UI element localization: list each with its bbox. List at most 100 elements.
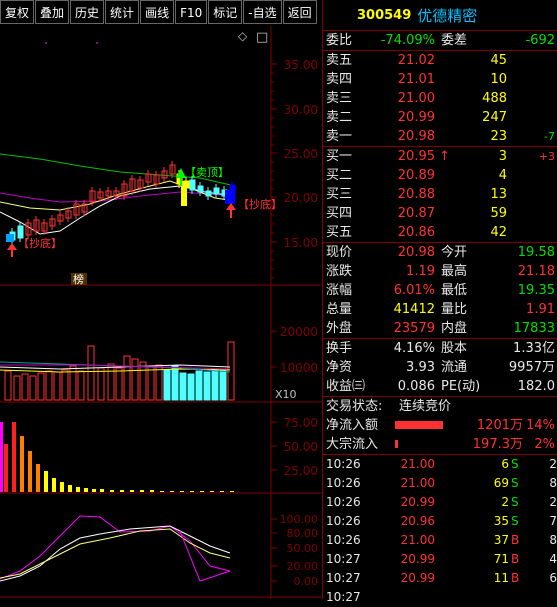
tick-volume: 71: [493, 552, 509, 566]
flow-bar: [4, 444, 8, 492]
flow-bar: [60, 482, 64, 492]
tick-volume: 37: [493, 533, 509, 547]
tick-list[interactable]: 10:26 21.00 6 S 2 10:26 21.00 69 S 8 10:26 20.99 2 S 2…: [323, 455, 557, 607]
toolbar-button-4[interactable]: 画线: [140, 0, 175, 24]
weicha-label: 委差: [441, 33, 468, 48]
fundamental-value-2: 9957万: [508, 360, 555, 375]
stock-name[interactable]: 优德精密: [417, 5, 477, 26]
quote-label: 涨跌: [326, 264, 353, 279]
chart-area[interactable]: 35.00 30.00 25.00 20.00 15.00 20000 10000 X10 75…: [0, 26, 322, 599]
toolbar-button-7[interactable]: -自选: [243, 0, 282, 24]
fundamental-value: 4.16%: [393, 341, 435, 356]
chart-toolbar: 复权 叠加 历史 统计 画线 F10 标记 -自选 返回: [0, 0, 322, 26]
weibi-label: 委比: [326, 33, 353, 48]
flow-value: 197.3万: [472, 437, 523, 452]
buy-level-volume: 59: [490, 206, 507, 221]
tick-count: 4: [549, 552, 557, 566]
sell-level-row: 卖四 21.01 10: [323, 70, 557, 89]
tick-volume: 2: [501, 495, 509, 509]
flow-bar: [68, 485, 72, 492]
flow-bar: [220, 491, 224, 492]
weicha-value: -692: [525, 33, 555, 48]
volume-bar: [53, 371, 61, 401]
buy-signal-arrow: [226, 203, 236, 210]
flow-bar: [100, 489, 104, 492]
volume-bar: [219, 369, 227, 401]
toolbar-button-3[interactable]: 统计: [105, 0, 140, 24]
flow-bar: [190, 491, 194, 492]
flow-bar: [160, 491, 164, 492]
flow-axis-label: 75.00: [284, 416, 318, 430]
tick-count: 6: [549, 571, 557, 585]
tick-time: 10:26: [326, 533, 361, 547]
flow-percent: 2%: [534, 437, 555, 452]
tick-side: S: [511, 514, 519, 528]
tick-time: 10:26: [326, 495, 361, 509]
fundamental-row: 净资 3.93 流通 9957万: [323, 358, 557, 377]
flow-axis-label: 25.00: [284, 464, 318, 478]
toolbar-button-2[interactable]: 历史: [70, 0, 105, 24]
toolbar-button-1[interactable]: 叠加: [35, 0, 70, 24]
fundamental-value-2: 182.0: [517, 379, 555, 394]
buy-signal-label: 【抄底】: [238, 197, 282, 211]
tick-time: 10:26: [326, 514, 361, 528]
toolbar-button-8[interactable]: 返回: [282, 0, 317, 24]
tick-time: 10:27: [326, 552, 361, 566]
dot: [96, 42, 98, 44]
sell-level-price: 20.98: [397, 129, 435, 144]
kline-chart-svg[interactable]: 35.00 30.00 25.00 20.00 15.00 20000 10000 X10 75…: [0, 26, 322, 599]
flow-row: 净流入额 1201万 14%: [323, 416, 557, 435]
quote-value: 6.01%: [393, 283, 435, 298]
kdj-axis-label: 20.00: [287, 560, 319, 573]
trade-status-value: 连续竞价: [399, 399, 452, 414]
buy-level-row: 买二 20.89 4: [323, 166, 557, 185]
fundamental-label: 净资: [326, 360, 353, 375]
sell-level-row: 卖三 21.00 488: [323, 89, 557, 108]
trade-status-row: 交易状态: 连续竞价: [323, 397, 557, 416]
volume-bar: [45, 370, 53, 401]
tick-count: 7: [549, 514, 557, 528]
quote-row: 涨幅 6.01% 最低 19.35: [323, 281, 557, 300]
fundamental-label-2: PE(动): [441, 379, 481, 394]
fundamental-value-2: 1.33亿: [513, 341, 555, 356]
volume-bar: [69, 365, 77, 401]
buy-level-change: +3: [538, 150, 555, 163]
candle-body: [189, 179, 196, 191]
candle-body: [197, 185, 204, 193]
tick-count: 2: [549, 495, 557, 509]
flow-bar: [84, 488, 88, 492]
buy-level-price: 20.86: [397, 225, 435, 240]
diamond-icon: ◇: [238, 29, 248, 43]
sell-level-label: 卖二: [326, 110, 353, 125]
sell-level-label: 卖一: [326, 129, 353, 144]
quote-label-2: 最高: [441, 264, 468, 279]
fundamental-row: 收益㈢ 0.086 PE(动) 182.0: [323, 377, 557, 396]
tick-volume: 6: [501, 457, 509, 471]
tick-count: 8: [549, 533, 557, 547]
quote-value-2: 1.91: [526, 302, 555, 317]
tick-price: 21.00: [400, 457, 435, 471]
tick-volume: 35: [493, 514, 509, 528]
flow-bar: [210, 491, 214, 492]
toolbar-button-6[interactable]: 标记: [208, 0, 243, 24]
buy-level-row: 买三 20.88 13: [323, 185, 557, 204]
tick-price: 20.99: [400, 495, 435, 509]
tick-row: 10:26 21.00 37 B 8: [323, 531, 557, 550]
flow-bar: [180, 491, 184, 492]
buy-level-label: 买四: [326, 206, 353, 221]
quote-label: 现价: [326, 245, 353, 260]
tick-volume: 69: [493, 476, 509, 490]
stock-code[interactable]: 300549: [357, 8, 411, 23]
flow-bar: [92, 489, 96, 492]
tick-time: 10:27: [326, 590, 361, 604]
flow-bar: [130, 490, 134, 492]
quote-row: 总量 41412 量比 1.91: [323, 300, 557, 319]
quote-value: 1.19: [406, 264, 435, 279]
volume-bar: [29, 375, 37, 401]
flow-bar-edge: [0, 422, 3, 492]
buy-level-price: 20.95: [397, 149, 435, 164]
toolbar-button-5[interactable]: F10: [175, 0, 208, 24]
candle-body: [213, 187, 220, 195]
toolbar-button-0[interactable]: 复权: [0, 0, 35, 24]
tick-side: S: [511, 495, 519, 509]
